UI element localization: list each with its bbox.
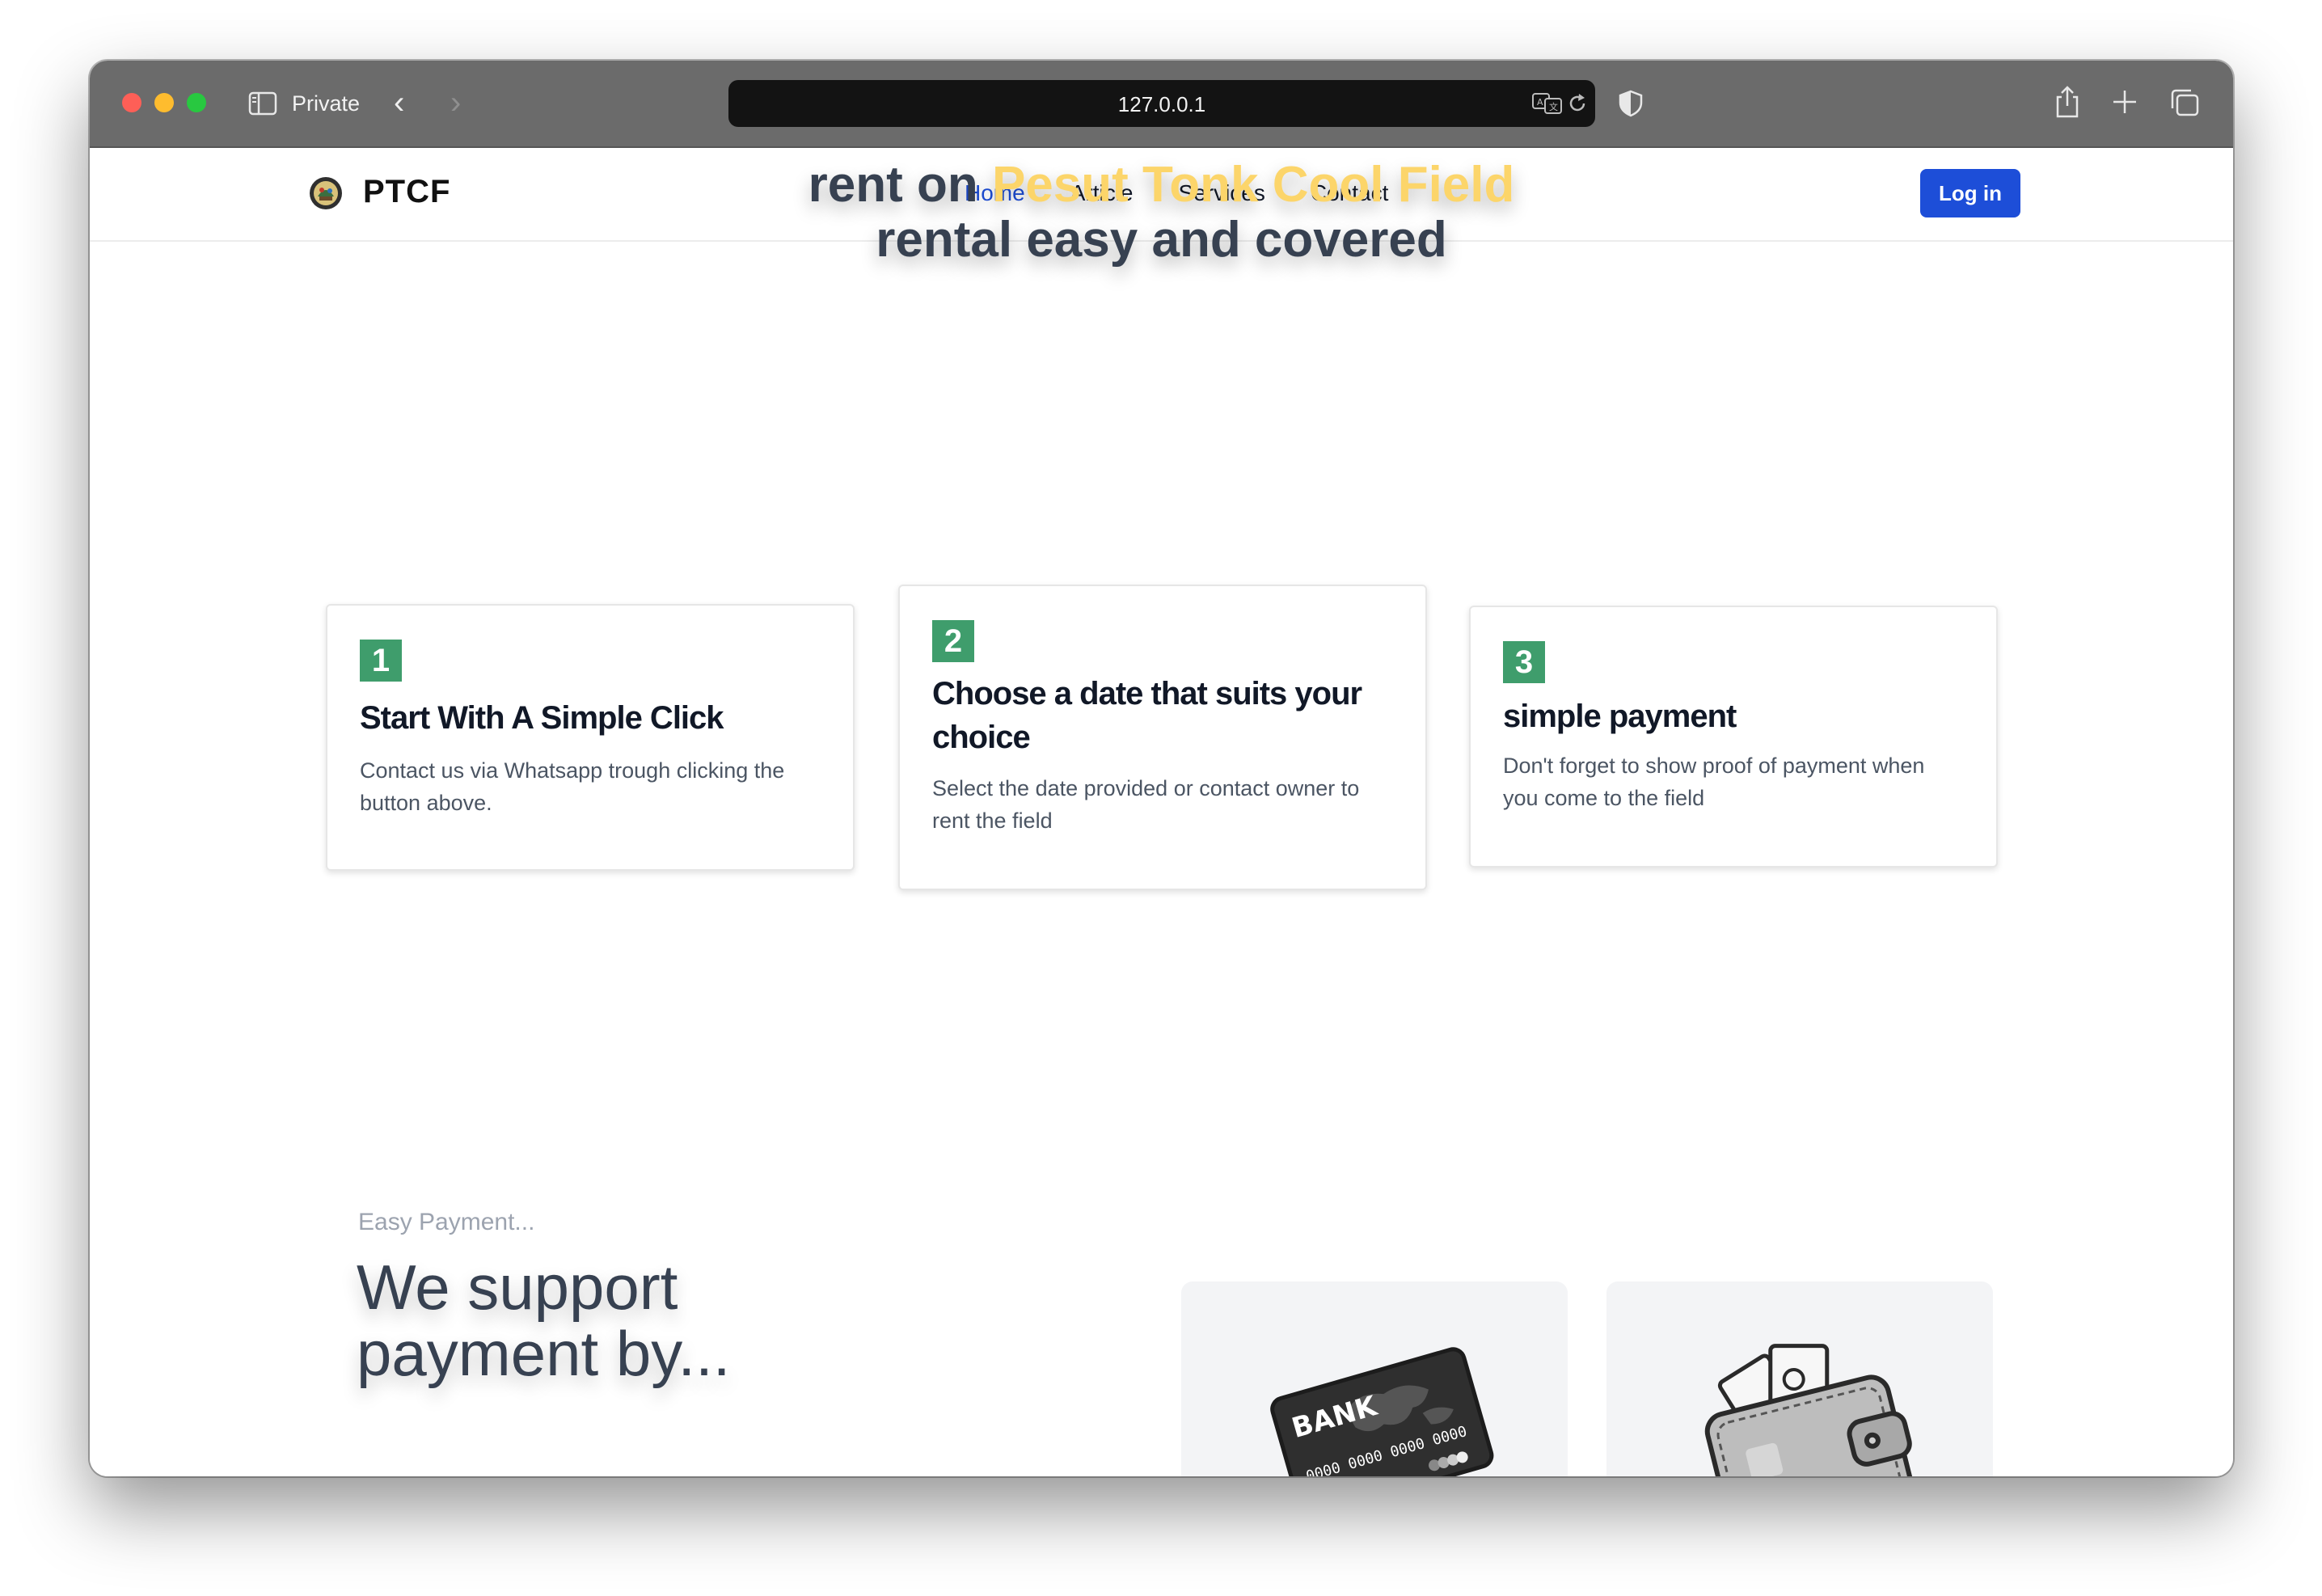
hero-highlight: Pesut Tonk Cool Field: [991, 157, 1515, 213]
step-card-2: 2 Choose a date that suits your choice S…: [898, 585, 1427, 890]
url-text[interactable]: 127.0.0.1: [728, 92, 1595, 117]
minimize-window-button[interactable]: [154, 93, 174, 112]
step-number-badge: 1: [360, 640, 402, 682]
private-mode-label: Private: [292, 91, 361, 116]
reload-icon[interactable]: [1566, 91, 1589, 116]
step-card-3: 3 simple payment Don't forget to show pr…: [1469, 606, 1998, 868]
step-title: simple payment: [1503, 699, 1737, 734]
hero-headline-line2: rental easy and covered: [876, 212, 1447, 268]
svg-text:文: 文: [1549, 101, 1558, 112]
step-card-1: 1 Start With A Simple Click Contact us v…: [326, 604, 855, 871]
payment-section-heading: We support payment by...: [357, 1252, 731, 1389]
translate-icon[interactable]: A 文: [1532, 91, 1563, 116]
step-title: Start With A Simple Click: [360, 700, 724, 736]
bank-card-tile: BANK 0000 0000 0000 0000: [1181, 1281, 1568, 1476]
share-icon[interactable]: [2053, 85, 2082, 119]
step-description: Contact us via Whatsapp trough clicking …: [360, 758, 785, 815]
step-description: Don't forget to show proof of payment wh…: [1503, 754, 1925, 810]
address-bar[interactable]: 127.0.0.1 A 文: [728, 80, 1595, 127]
browser-window: Private ‹ › 127.0.0.1 A 文 PTCF Home Arti…: [90, 61, 2233, 1476]
web-page: PTCF Home Article Services Contact Log i…: [90, 148, 2233, 1476]
step-description: Select the date provided or contact owne…: [932, 776, 1360, 833]
back-arrow-icon[interactable]: ‹: [394, 87, 404, 119]
payment-section-label: Easy Payment...: [358, 1209, 535, 1235]
step-number-badge: 2: [932, 620, 974, 662]
tab-overview-icon[interactable]: [2169, 88, 2200, 117]
hero-headline-line1: rent on Pesut Tonk Cool Field: [90, 156, 2233, 213]
bank-card-icon: BANK 0000 0000 0000 0000: [1270, 1347, 1494, 1476]
wallet-icon: [1704, 1344, 1915, 1476]
privacy-shield-icon[interactable]: [1618, 90, 1644, 117]
new-tab-icon[interactable]: [2111, 88, 2138, 116]
svg-text:A: A: [1537, 97, 1543, 108]
browser-toolbar: Private ‹ › 127.0.0.1 A 文: [90, 61, 2233, 148]
step-title: Choose a date that suits your choice: [932, 676, 1362, 755]
close-window-button[interactable]: [122, 93, 141, 112]
wallet-tile: [1606, 1281, 1993, 1476]
zoom-window-button[interactable]: [187, 93, 206, 112]
hero-prefix: rent on: [808, 157, 978, 213]
step-number-badge: 3: [1503, 641, 1545, 683]
forward-arrow-icon[interactable]: ›: [450, 87, 461, 119]
sidebar-toggle-icon[interactable]: [248, 91, 277, 116]
